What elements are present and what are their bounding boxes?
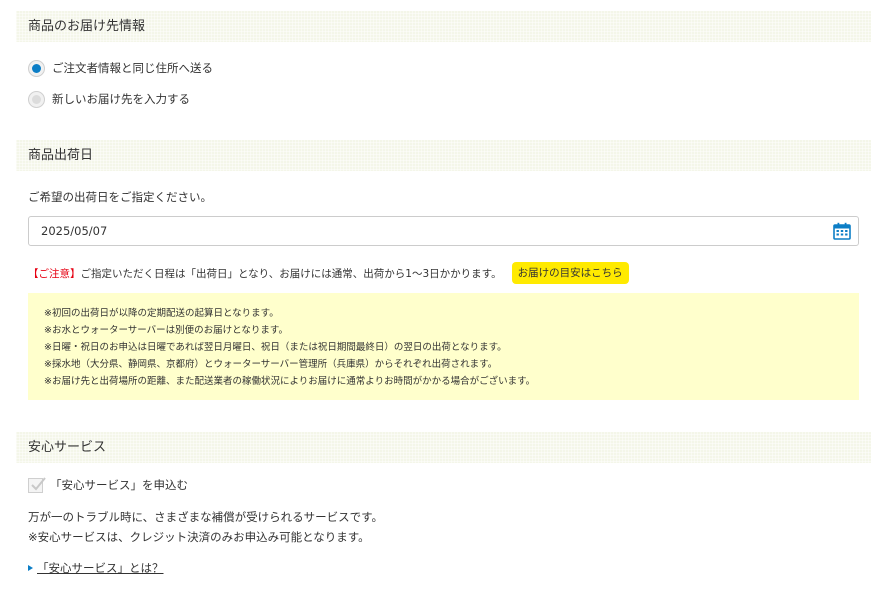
ship-date-input[interactable]: 2025/05/07 — [28, 216, 859, 246]
radio-same-address[interactable]: ご注文者情報と同じ住所へ送る — [28, 58, 213, 78]
section-header-safety-service: 安心サービス — [16, 432, 871, 463]
checkmark-icon — [31, 476, 46, 490]
caution-label: 【ご注意】 — [28, 267, 81, 280]
safety-service-note: ※安心サービスは、クレジット決済のみお申込み可能となります。 — [28, 530, 370, 544]
ship-date-value: 2025/05/07 — [41, 224, 108, 238]
radio-new-address-label: 新しいお届け先を入力する — [52, 92, 190, 106]
radio-same-address-label: ご注文者情報と同じ住所へ送る — [52, 61, 213, 75]
ship-date-instruction: ご希望の出荷日をご指定ください。 — [28, 190, 212, 204]
radio-selected-icon[interactable] — [28, 59, 45, 77]
note-line: ※採水地（大分県、静岡県、京都府）とウォーターサーバー管理所（兵庫県）からそれぞ… — [44, 359, 498, 370]
ship-date-notice: 【ご注意】 ご指定いただく日程は「出荷日」となり、お届けには通常、出荷から1〜3… — [28, 262, 629, 284]
note-line: ※初回の出荷日が以降の定期配送の起算日となります。 — [44, 308, 279, 319]
safety-service-description: 万が一のトラブル時に、さまざまな補償が受けられるサービスです。 — [28, 510, 384, 524]
safety-service-link-row[interactable]: 「安心サービス」とは？ — [28, 560, 164, 576]
safety-service-checkbox[interactable] — [28, 476, 46, 493]
delivery-guide-button[interactable]: お届けの目安はこちら — [511, 262, 629, 284]
radio-unselected-icon[interactable] — [28, 90, 45, 108]
ship-date-notes: ※初回の出荷日が以降の定期配送の起算日となります。 ※お水とウォーターサーバーは… — [28, 293, 859, 400]
note-line: ※お水とウォーターサーバーは別便のお届けとなります。 — [44, 325, 288, 336]
triangle-right-icon — [28, 565, 33, 571]
note-line: ※お届け先と出荷場所の距離、また配送業者の稼働状況によりお届けに通常よりお時間が… — [44, 376, 536, 387]
radio-new-address[interactable]: 新しいお届け先を入力する — [28, 89, 190, 109]
section-header-ship-date: 商品出荷日 — [16, 140, 871, 171]
section-header-shipping-info: 商品のお届け先情報 — [16, 11, 871, 42]
safety-service-checkbox-row[interactable]: 「安心サービス」を申込む — [28, 475, 188, 495]
caution-text: ご指定いただく日程は「出荷日」となり、お届けには通常、出荷から1〜3日かかります… — [80, 267, 502, 280]
safety-service-checkbox-label: 「安心サービス」を申込む — [50, 478, 188, 492]
safety-service-link[interactable]: 「安心サービス」とは？ — [37, 560, 164, 576]
note-line: ※日曜・祝日のお申込は日曜であれば翌日月曜日、祝日（または祝日期間最終日）の翌日… — [44, 342, 507, 353]
calendar-icon[interactable] — [833, 222, 851, 240]
